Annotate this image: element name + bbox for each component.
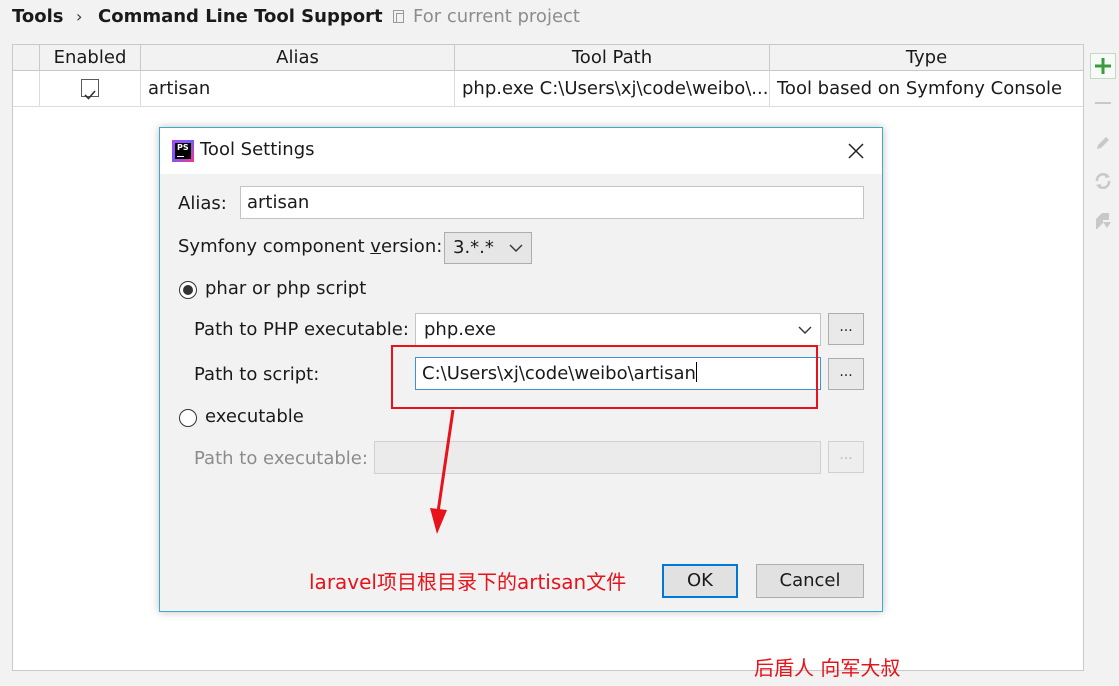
- annotation-note: laravel项目根目录下的artisan文件: [309, 570, 627, 594]
- watermark-text: 后盾人 向军大叔: [754, 656, 901, 680]
